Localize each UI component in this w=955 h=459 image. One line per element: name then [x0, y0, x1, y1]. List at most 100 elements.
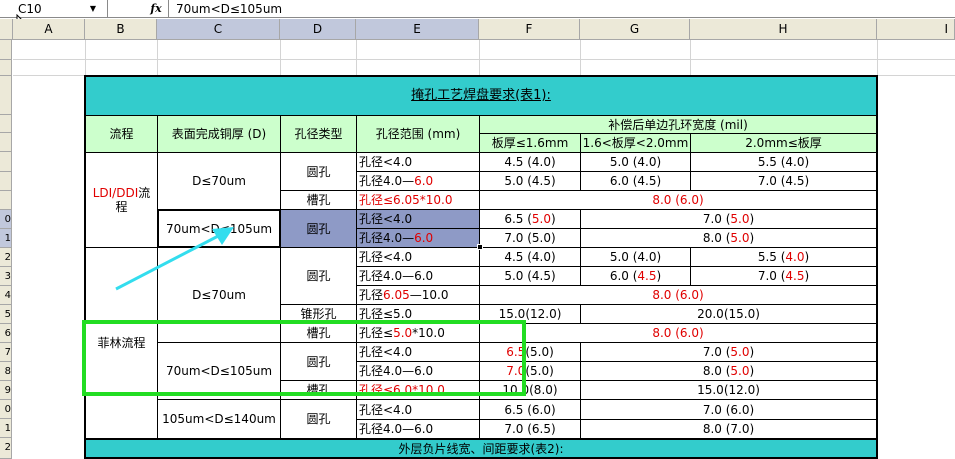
row-header[interactable] [0, 60, 12, 76]
hole-type-cell: 圆孔 [280, 209, 357, 248]
value-cell: 4.5 (4.0) [479, 247, 581, 267]
value-red: 4.5 [637, 269, 657, 283]
value-red: 5.0 [730, 364, 750, 378]
value-text: 8.0 ( [702, 364, 731, 378]
row-header[interactable]: 1 [0, 229, 12, 248]
ldi-label-suffix: 流 [138, 186, 151, 200]
column-header-h[interactable]: H [690, 19, 877, 40]
value-cell: 7.0 (5.0) [580, 342, 878, 362]
column-header-i[interactable]: I [877, 19, 955, 40]
function-icon[interactable]: fx [146, 0, 166, 18]
ldi-label: LDI/DDI [92, 186, 139, 200]
row-header[interactable]: 2 [0, 438, 12, 459]
formula-separator [168, 0, 169, 18]
value-cell: 6.5 (6.0) [479, 399, 581, 420]
table-title-text: 掩孔工艺焊盘要求(表1): [411, 88, 551, 103]
table-title: 掩孔工艺焊盘要求(表1): [84, 75, 878, 116]
column-header-a[interactable]: A [13, 19, 85, 40]
value-cell: 8.0 (6.0) [479, 190, 878, 210]
header-thick-1: 板厚≤1.6mm [479, 133, 581, 153]
value-cell: 7.0 (6.5) [479, 419, 581, 439]
formula-input[interactable]: 70um<D≤105um [176, 0, 282, 18]
row-header[interactable] [0, 40, 12, 60]
value-cell: 6.5 (5.0) [479, 209, 581, 229]
hole-range-cell: 孔径<4.0 [356, 152, 480, 172]
row-header[interactable]: 8 [0, 362, 12, 381]
arrow-icon [115, 227, 234, 291]
value-text: 5.5 ( [757, 250, 786, 264]
hole-range-red: 6.0 [414, 231, 434, 245]
value-cell: 5.5 (4.0) [690, 247, 878, 267]
value-cell: 5.0 (4.5) [479, 171, 581, 191]
hole-range-cell: 孔径≤6.05*10.0 [356, 190, 480, 210]
value-cell: 7.0 (5.0) [479, 228, 581, 248]
value-cell: 20.0(15.0) [580, 304, 878, 324]
value-cell: 8.0 (5.0) [580, 228, 878, 248]
value-text: (5.0) [525, 345, 554, 359]
copper-cell: 105um<D≤140um [157, 399, 281, 439]
row-header[interactable] [0, 115, 12, 133]
table2-title: 外层负片线宽、间距要求(表2): [84, 438, 878, 459]
value-text: 7.0 ( [702, 212, 731, 226]
row-header[interactable] [0, 152, 12, 172]
chevron-down-icon[interactable]: ▼ [86, 3, 100, 15]
row-header[interactable]: 0 [0, 210, 12, 229]
value-text: 7.0 ( [757, 269, 786, 283]
row-header[interactable]: 1 [0, 419, 12, 438]
value-cell: 8.0 (7.0) [580, 419, 878, 439]
row-header[interactable]: 4 [0, 286, 12, 305]
value-cell: 5.0 (4.5) [479, 266, 581, 286]
hole-range-cell: 孔径4.0—6.0 [356, 266, 480, 286]
column-header-g[interactable]: G [580, 19, 690, 40]
value-red: 5.0 [730, 345, 750, 359]
header-hole-range: 孔径范围 (mm) [356, 115, 480, 153]
value-cell: 15.0(12.0) [580, 380, 878, 400]
value-cell: 8.0 (6.0) [479, 323, 878, 343]
hole-range-cell: 孔径<4.0 [356, 247, 480, 267]
header-compensation: 补偿后单边孔环宽度 (mil) [479, 115, 878, 134]
row-header[interactable]: 3 [0, 267, 12, 286]
value-cell: 6.0 (4.5) [580, 266, 691, 286]
value-cell: 4.5 (4.0) [479, 152, 581, 172]
column-header-e[interactable]: E [356, 19, 479, 40]
hole-type-cell: 圆孔 [280, 152, 357, 191]
value-cell: 5.0 (4.0) [580, 152, 691, 172]
row-header[interactable] [0, 76, 12, 115]
hole-type-cell: 圆孔 [280, 399, 357, 439]
row-header[interactable] [0, 133, 12, 152]
header-process: 流程 [84, 115, 158, 153]
gridline [13, 59, 955, 60]
row-header[interactable]: 9 [0, 381, 12, 400]
header-thick-2: 1.6<板厚<2.0mm [580, 133, 691, 153]
row-header[interactable]: 7 [0, 343, 12, 362]
value-text: 6.5 ( [504, 212, 532, 226]
value-cell: 7.0 (6.0) [580, 399, 878, 420]
column-header-d[interactable]: D [280, 19, 356, 40]
select-all-corner[interactable] [0, 19, 13, 40]
header-hole-type: 孔径类型 [280, 115, 357, 153]
value-text: (5.0) [525, 364, 554, 378]
column-header-b[interactable]: B [85, 19, 157, 40]
row-header[interactable] [0, 191, 12, 210]
row-header[interactable]: 2 [0, 248, 12, 267]
row-header[interactable]: 6 [0, 324, 12, 343]
hole-range-text: —10.0 [409, 288, 449, 302]
row-header[interactable]: 5 [0, 305, 12, 324]
value-cell: 7.0 (4.5) [690, 266, 878, 286]
value-text: 7.0 ( [702, 345, 731, 359]
header-copper: 表面完成铜厚 (D) [157, 115, 281, 153]
row-header[interactable]: 0 [0, 400, 12, 419]
hole-range-cell: 孔径4.0—6.0 [356, 419, 480, 439]
copper-cell: D≤70um [157, 152, 281, 210]
hole-range-cell: 孔径<4.0 [356, 209, 480, 229]
value-cell: 5.0 (4.0) [580, 247, 691, 267]
hole-range-cell: 孔径4.0—6.0 [356, 171, 480, 191]
row-header[interactable] [0, 172, 12, 191]
value-text: 8.0 ( [702, 231, 731, 245]
column-header-c[interactable]: C [157, 19, 280, 40]
column-header-f[interactable]: F [479, 19, 580, 40]
hole-range-cell: 孔径 6.05 —10.0 [356, 285, 480, 305]
hole-type-cell: 圆孔 [280, 247, 357, 305]
fill-handle[interactable] [477, 244, 483, 250]
hole-range-text: 孔径4.0— [359, 174, 415, 188]
